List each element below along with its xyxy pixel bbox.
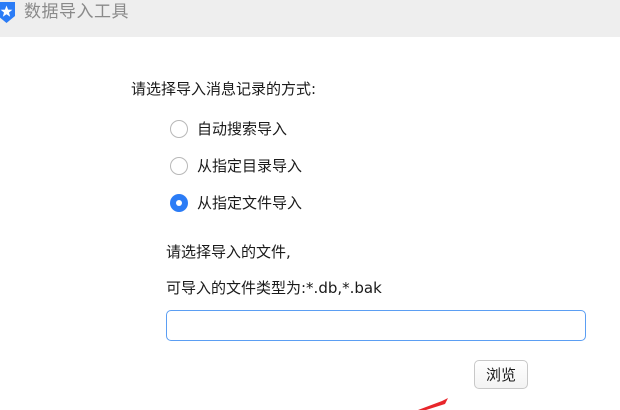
radio-label-from-directory: 从指定目录导入 <box>197 157 303 175</box>
radio-from-file[interactable]: 从指定文件导入 <box>170 190 302 216</box>
radio-label-auto-search: 自动搜索导入 <box>197 120 288 138</box>
app-logo-icon <box>0 2 15 23</box>
radio-from-directory[interactable]: 从指定目录导入 <box>170 153 302 179</box>
title-bar: 数据导入工具 <box>0 0 620 37</box>
file-path-input[interactable] <box>166 310 586 341</box>
file-hint-text: 请选择导入的文件, <box>166 243 291 261</box>
red-arrow-annotation-icon <box>418 398 448 410</box>
radio-button-unchecked[interactable] <box>170 120 188 138</box>
radio-button-checked[interactable] <box>170 194 188 212</box>
import-method-prompt: 请选择导入消息记录的方式: <box>131 80 317 98</box>
file-types-text: 可导入的文件类型为:*.db,*.bak <box>166 279 382 297</box>
browse-button[interactable]: 浏览 <box>474 360 528 389</box>
radio-button-unchecked[interactable] <box>170 157 188 175</box>
import-tool-window: 数据导入工具 请选择导入消息记录的方式: 自动搜索导入 从指定目录导入 从指定文… <box>0 0 620 410</box>
radio-auto-search[interactable]: 自动搜索导入 <box>170 116 287 142</box>
radio-label-from-file: 从指定文件导入 <box>197 194 303 212</box>
window-title: 数据导入工具 <box>24 2 129 22</box>
